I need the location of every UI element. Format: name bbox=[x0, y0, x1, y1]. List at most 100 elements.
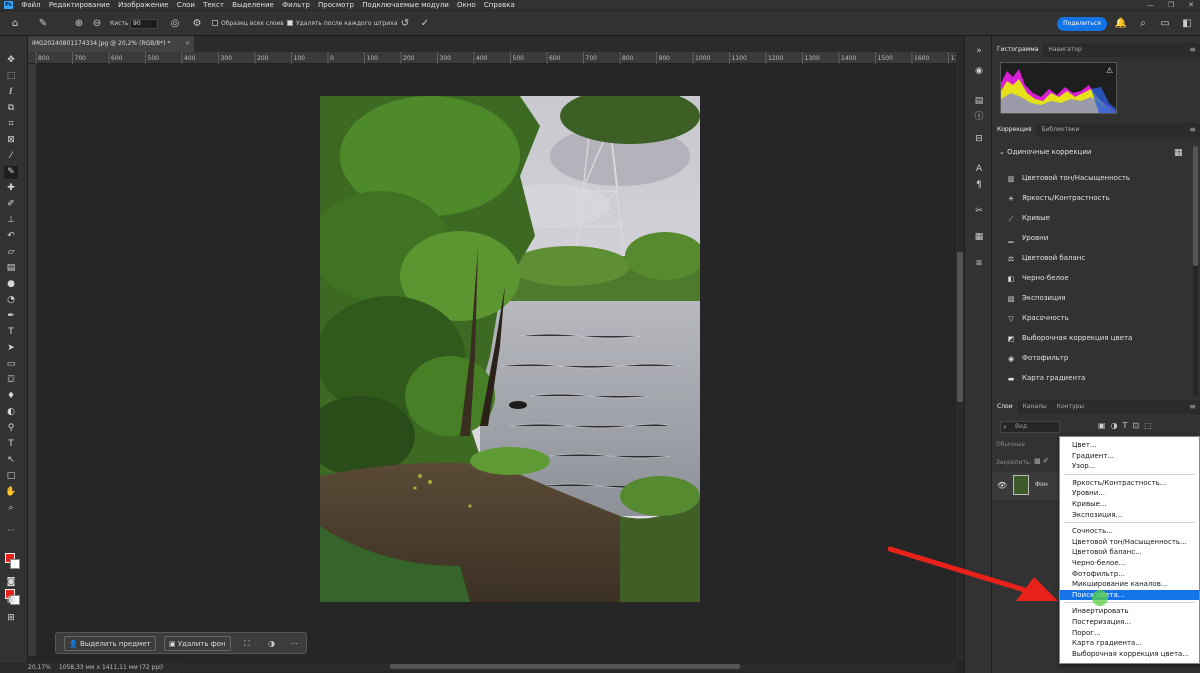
object-select-icon[interactable]: ⧉ bbox=[4, 102, 18, 115]
menu-view[interactable]: Просмотр bbox=[318, 0, 354, 10]
adjustments-scrollbar[interactable] bbox=[1193, 146, 1198, 396]
remove-background-button[interactable]: ▣ Удалить фон bbox=[164, 636, 231, 651]
shape-tool-icon[interactable]: ▭ bbox=[4, 358, 18, 371]
remove-after-stroke[interactable]: Удалять после каждого штриха bbox=[287, 20, 397, 28]
menu-item[interactable]: Цвет... bbox=[1060, 440, 1199, 450]
character-icon[interactable]: A bbox=[972, 162, 986, 176]
move-tool-icon[interactable]: ✥ bbox=[4, 54, 18, 67]
remove-after-checkbox[interactable] bbox=[287, 20, 293, 26]
add-brush-icon[interactable]: ⊕ bbox=[72, 17, 86, 31]
adjustment-item[interactable]: ◧ Черно-белое bbox=[1006, 272, 1069, 284]
apply-check-icon[interactable]: ✓ bbox=[418, 17, 432, 31]
blur-tool-icon[interactable]: ● bbox=[4, 278, 18, 291]
adjustment-item[interactable]: ⚖ Цветовой баланс bbox=[1006, 252, 1085, 264]
menu-item[interactable]: Постеризация... bbox=[1060, 617, 1199, 627]
text-tool-icon[interactable]: T bbox=[4, 438, 18, 451]
tab-histogram[interactable]: Гистограмма bbox=[992, 43, 1044, 57]
tools-preset-icon[interactable]: ✂ bbox=[972, 204, 986, 218]
menu-item[interactable]: Уровни... bbox=[1060, 488, 1199, 498]
menu-item[interactable]: Микширование каналов... bbox=[1060, 579, 1199, 589]
pressure-icon[interactable]: ◎ bbox=[168, 17, 182, 31]
menu-item[interactable]: Узор... bbox=[1060, 461, 1199, 471]
menu-item[interactable]: Сочность... bbox=[1060, 526, 1199, 536]
gradient-tool-icon[interactable]: ▤ bbox=[4, 262, 18, 275]
close-icon[interactable]: ✕ bbox=[1188, 1, 1194, 9]
marquee-tool-icon[interactable]: ⬚ bbox=[4, 70, 18, 83]
tab-libraries[interactable]: Библиотеки bbox=[1036, 123, 1084, 137]
tab-channels[interactable]: Каналы bbox=[1018, 400, 1052, 414]
menu-image[interactable]: Изображение bbox=[118, 0, 168, 10]
stamp-tool-icon[interactable]: ⊥ bbox=[4, 214, 18, 227]
blend-mode-select[interactable]: Обычные bbox=[996, 439, 1056, 451]
search-icon[interactable]: ⌕ bbox=[1136, 17, 1150, 31]
menu-item[interactable]: Градиент... bbox=[1060, 451, 1199, 461]
single-adjustments-header[interactable]: ⌄ Одиночные коррекции bbox=[999, 148, 1091, 156]
drop-icon[interactable]: ♦ bbox=[4, 390, 18, 403]
settings-gear-icon[interactable]: ⚙ bbox=[190, 17, 204, 31]
menu-item[interactable]: Фотофильтр... bbox=[1060, 569, 1199, 579]
paragraph-icon[interactable]: ¶ bbox=[972, 178, 986, 192]
zoom-tool-icon[interactable]: ⌕ bbox=[4, 502, 18, 515]
brush-tool-icon[interactable]: ✐ bbox=[4, 198, 18, 211]
adjustment-item[interactable]: ▥ Цветовой тон/Насыщенность bbox=[1006, 172, 1130, 184]
menu-item[interactable]: Порог... bbox=[1060, 628, 1199, 638]
scroll-thumb[interactable] bbox=[1193, 146, 1198, 266]
sponge-icon[interactable]: ◐ bbox=[4, 406, 18, 419]
visibility-eye-icon[interactable]: 👁 bbox=[997, 481, 1007, 490]
panel-menu-icon[interactable]: ≡ bbox=[1189, 123, 1196, 137]
bell-icon[interactable]: 🔔 bbox=[1114, 17, 1128, 31]
adjustment-item[interactable]: ▁ Уровни bbox=[1006, 232, 1048, 244]
menu-item[interactable]: Яркость/Контрастность... bbox=[1060, 478, 1199, 488]
mask-icon[interactable]: ⛶ bbox=[244, 637, 250, 651]
collapse-icon[interactable]: » bbox=[972, 44, 986, 58]
menu-item[interactable]: Выборочная коррекция цвета... bbox=[1060, 649, 1199, 659]
tab-close-icon[interactable]: × bbox=[185, 36, 190, 52]
layer-search-input[interactable]: Вид bbox=[1000, 421, 1060, 433]
menu-layers[interactable]: Слои bbox=[177, 0, 195, 10]
rectangle-icon[interactable]: □ bbox=[4, 470, 18, 483]
lasso-tool-icon[interactable]: ℓ bbox=[4, 86, 18, 99]
layer-name[interactable]: Фон bbox=[1035, 481, 1048, 488]
panel-toggle-icon[interactable]: ◧ bbox=[1180, 17, 1194, 31]
workspace-icon[interactable]: ▭ bbox=[1158, 17, 1172, 31]
color-panel-icon[interactable]: ◉ bbox=[972, 64, 986, 78]
more-tools-icon[interactable]: ⋯ bbox=[4, 524, 18, 537]
tab-layers[interactable]: Слои bbox=[992, 400, 1018, 414]
menu-item[interactable]: Поиск цвета... bbox=[1060, 589, 1199, 600]
menu-window[interactable]: Окно bbox=[457, 0, 476, 10]
adjustment-item[interactable]: ▬ Карта градиента bbox=[1006, 372, 1086, 384]
quick-mask-icon[interactable]: ◙ bbox=[4, 576, 18, 589]
swatches-icon[interactable]: ▦ bbox=[972, 230, 986, 244]
reset-icon[interactable]: ↺ bbox=[398, 17, 412, 31]
share-button[interactable]: Поделиться bbox=[1057, 17, 1107, 31]
minimize-icon[interactable]: — bbox=[1147, 1, 1154, 9]
screen-mode-icon[interactable]: ▣ bbox=[4, 594, 18, 607]
adjustment-item[interactable]: ▽ Красочность bbox=[1006, 312, 1069, 324]
size-field[interactable]: 90 bbox=[130, 19, 158, 29]
subtract-brush-icon[interactable]: ⊖ bbox=[90, 17, 104, 31]
tab-navigator[interactable]: Навигатор bbox=[1043, 43, 1086, 57]
adjustment-item[interactable]: ⟋ Кривые bbox=[1006, 212, 1050, 224]
select-subject-button[interactable]: 👤 Выделить предмет bbox=[64, 636, 156, 651]
crop-tool-icon[interactable]: ⌗ bbox=[4, 118, 18, 131]
tab-paths[interactable]: Контуры bbox=[1052, 400, 1089, 414]
menu-select[interactable]: Выделение bbox=[232, 0, 274, 10]
type-tool-icon[interactable]: T bbox=[4, 326, 18, 339]
background-color-chip[interactable] bbox=[10, 559, 20, 569]
menu-file[interactable]: Файл bbox=[21, 0, 40, 10]
home-icon[interactable]: ⌂ bbox=[8, 17, 22, 31]
maximize-icon[interactable]: ❐ bbox=[1168, 1, 1174, 9]
adjustment-item[interactable]: ☀ Яркость/Контрастность bbox=[1006, 192, 1110, 204]
pen-icon[interactable]: ⚲ bbox=[4, 422, 18, 435]
frame-tool-icon[interactable]: ⊠ bbox=[4, 134, 18, 147]
direct-select-icon[interactable]: ↖ bbox=[4, 454, 18, 467]
remove-tool-icon[interactable]: ✎ bbox=[4, 166, 18, 179]
lock-pixels-icon[interactable]: ▩ ✐ bbox=[1034, 457, 1049, 465]
path-select-icon[interactable]: ➤ bbox=[4, 342, 18, 355]
menu-item[interactable]: Экспозиция... bbox=[1060, 510, 1199, 520]
info-icon[interactable]: ⓘ bbox=[972, 110, 986, 124]
panel-menu-icon[interactable]: ≡ bbox=[1189, 43, 1196, 57]
scroll-thumb[interactable] bbox=[957, 252, 963, 402]
eraser-tool-icon[interactable]: ▱ bbox=[4, 246, 18, 259]
menu-help[interactable]: Справка bbox=[484, 0, 515, 10]
